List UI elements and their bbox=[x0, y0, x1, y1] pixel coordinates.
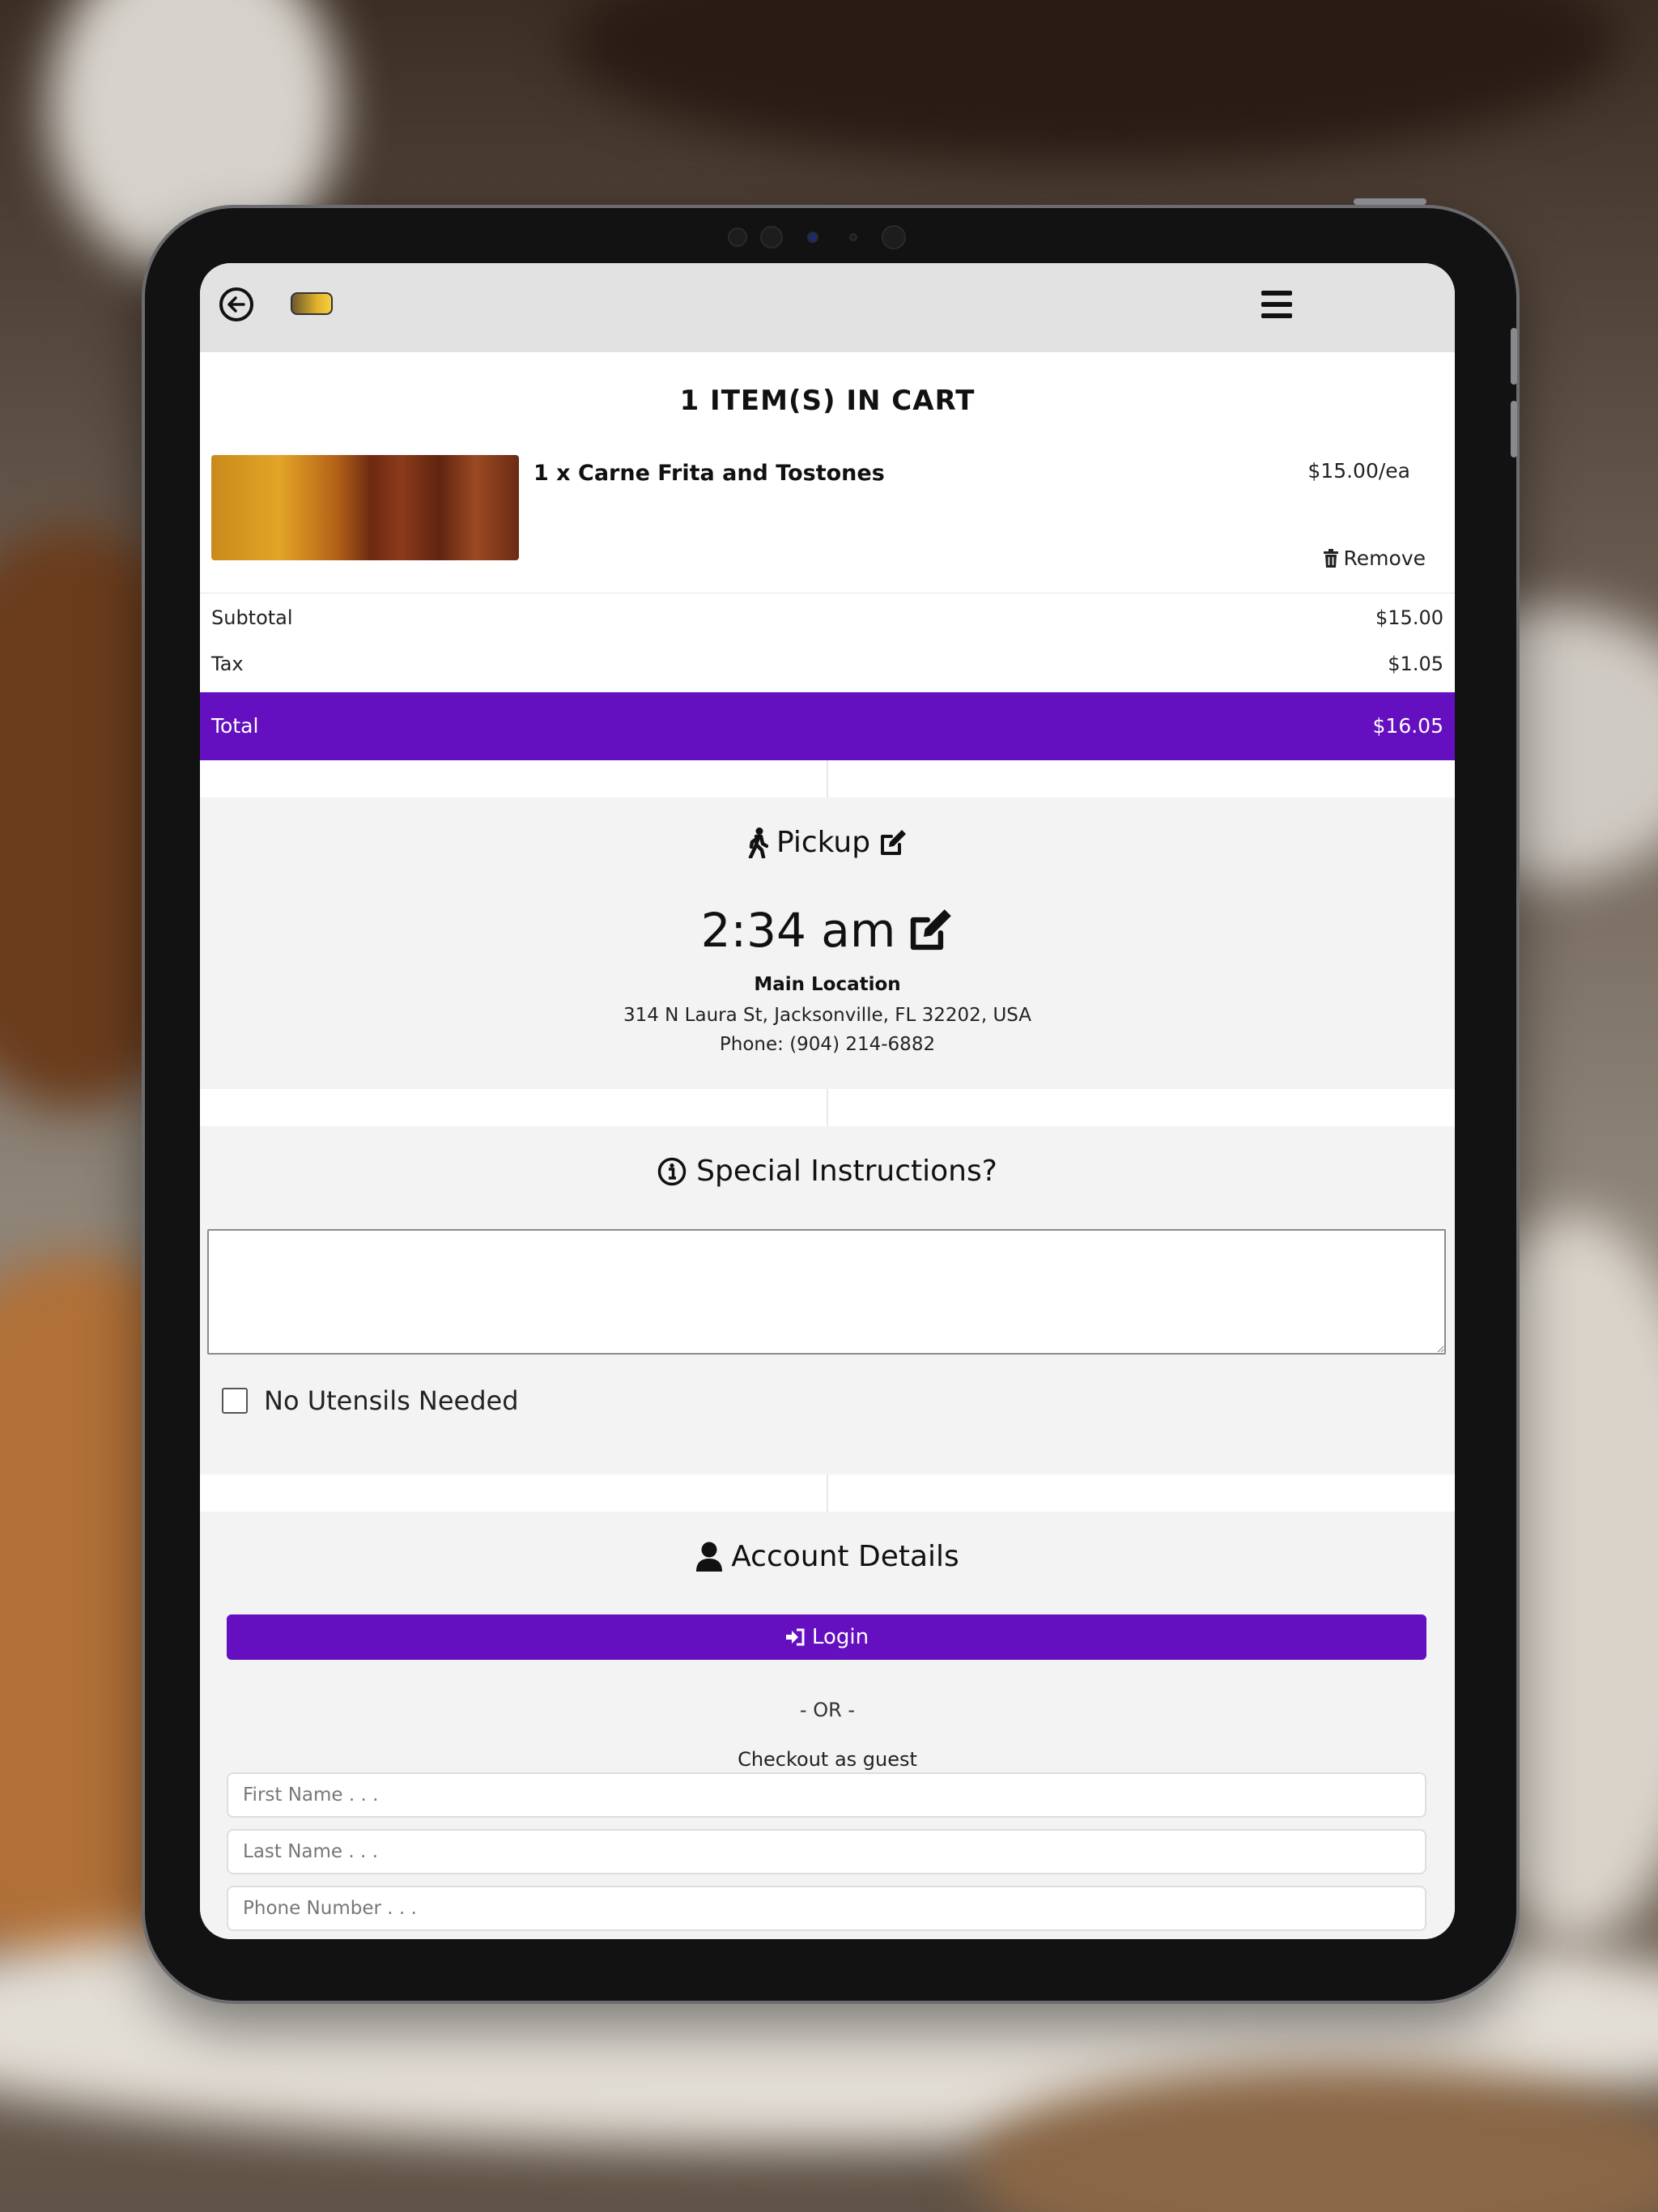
hamburger-menu-icon[interactable] bbox=[1261, 291, 1292, 318]
user-icon bbox=[696, 1542, 723, 1572]
pickup-heading: Pickup bbox=[200, 826, 1455, 859]
login-button[interactable]: Login bbox=[227, 1614, 1426, 1660]
restaurant-logo[interactable] bbox=[291, 292, 333, 315]
total-row: Total $16.05 bbox=[200, 692, 1455, 760]
guest-checkout-label: Checkout as guest bbox=[738, 1748, 917, 1771]
section-divider bbox=[827, 1474, 828, 1512]
sign-in-icon bbox=[785, 1628, 805, 1646]
tax-row: Tax $1.05 bbox=[211, 653, 1443, 675]
item-name: 1 x Carne Frita and Tostones bbox=[534, 461, 885, 486]
walking-person-icon bbox=[748, 827, 768, 858]
total-label: Total bbox=[211, 714, 259, 738]
trash-icon bbox=[1323, 548, 1338, 568]
subtotal-value: $15.00 bbox=[1375, 606, 1443, 629]
app-screen: 1 ITEM(S) IN CART 1 x Carne Frita and To… bbox=[200, 263, 1455, 1939]
app-header bbox=[200, 263, 1455, 352]
edit-icon[interactable] bbox=[878, 828, 908, 857]
pickup-time: 2:34 am bbox=[700, 903, 896, 958]
location-phone: Phone: (904) 214-6882 bbox=[719, 1034, 936, 1055]
remove-item-button[interactable]: Remove bbox=[1323, 547, 1426, 570]
pickup-panel: Pickup 2:34 am Main Location 314 N Laura… bbox=[200, 798, 1455, 1089]
phone-number-field[interactable] bbox=[227, 1886, 1426, 1931]
location-address: 314 N Laura St, Jacksonville, FL 32202, … bbox=[623, 1005, 1032, 1026]
volume-up-button bbox=[1511, 328, 1517, 385]
or-separator: - OR - bbox=[799, 1699, 856, 1721]
remove-label: Remove bbox=[1343, 547, 1426, 570]
no-utensils-option[interactable]: No Utensils Needed bbox=[222, 1385, 519, 1416]
section-divider bbox=[827, 1089, 828, 1126]
special-instructions-panel: Special Instructions? No Utensils Needed bbox=[200, 1126, 1455, 1474]
special-instructions-title: Special Instructions? bbox=[696, 1155, 997, 1188]
last-name-field[interactable] bbox=[227, 1829, 1426, 1874]
subtotal-label: Subtotal bbox=[211, 606, 293, 629]
cart-title: 1 ITEM(S) IN CART bbox=[679, 385, 976, 417]
tax-value: $1.05 bbox=[1388, 653, 1443, 675]
total-value: $16.05 bbox=[1372, 714, 1443, 738]
account-title: Account Details bbox=[731, 1540, 959, 1573]
back-arrow-icon[interactable] bbox=[219, 287, 253, 321]
no-utensils-checkbox[interactable] bbox=[222, 1388, 248, 1414]
login-label: Login bbox=[811, 1625, 869, 1649]
section-divider bbox=[827, 760, 828, 798]
account-heading: Account Details bbox=[200, 1540, 1455, 1573]
item-thumbnail bbox=[211, 455, 519, 560]
tax-label: Tax bbox=[211, 653, 244, 675]
volume-down-button bbox=[1511, 401, 1517, 457]
pickup-title: Pickup bbox=[776, 826, 871, 859]
special-instructions-heading: Special Instructions? bbox=[200, 1155, 1455, 1188]
item-price: $15.00/ea bbox=[1307, 459, 1410, 483]
info-circle-icon bbox=[657, 1157, 687, 1185]
camera-array bbox=[728, 219, 938, 252]
no-utensils-label: No Utensils Needed bbox=[264, 1385, 519, 1416]
subtotal-row: Subtotal $15.00 bbox=[211, 606, 1443, 629]
edit-time-icon[interactable] bbox=[907, 907, 954, 954]
account-panel: Account Details Login - OR - Checkout as… bbox=[200, 1512, 1455, 1939]
pickup-time-row: 2:34 am bbox=[200, 903, 1455, 958]
top-button bbox=[1354, 198, 1426, 205]
location-name: Main Location bbox=[754, 974, 901, 995]
special-instructions-textarea[interactable] bbox=[207, 1229, 1446, 1355]
first-name-field[interactable] bbox=[227, 1772, 1426, 1818]
